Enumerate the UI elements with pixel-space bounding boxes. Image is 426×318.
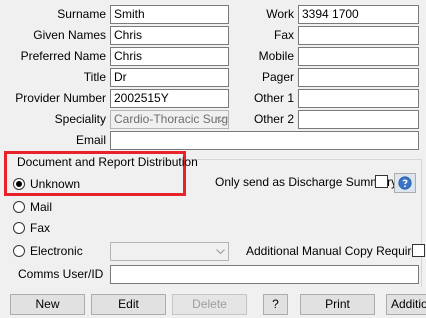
given-names-field[interactable]: Chris	[110, 26, 229, 45]
discharge-summary-checkbox[interactable]	[375, 175, 388, 188]
work-label: Work	[266, 7, 294, 21]
speciality-value: Cardio-Thoracic Surg	[114, 112, 229, 126]
radio-mail-label[interactable]: Mail	[30, 198, 52, 216]
additional-copy-label[interactable]: Additional Manual Copy Required	[246, 242, 425, 260]
preferred-name-field[interactable]: Chris	[110, 47, 229, 66]
mobile-label: Mobile	[258, 49, 294, 63]
mobile-field[interactable]	[298, 47, 419, 66]
additional-copy-checkbox[interactable]	[412, 244, 425, 257]
provider-number-label: Provider Number	[15, 91, 106, 105]
delete-button[interactable]: Delete	[172, 294, 247, 315]
provider-number-field[interactable]: 2002515Y	[110, 89, 229, 108]
radio-unknown-button[interactable]	[13, 178, 25, 190]
surname-label: Surname	[57, 7, 106, 21]
electronic-combo[interactable]	[110, 242, 229, 261]
additional-button[interactable]: Additional	[386, 294, 426, 315]
chevron-down-icon[interactable]	[212, 111, 228, 128]
radio-mail-button[interactable]	[13, 201, 25, 213]
help-button[interactable]	[394, 173, 416, 193]
radio-fax-label[interactable]: Fax	[30, 219, 50, 237]
other2-field[interactable]	[298, 110, 419, 129]
title-field[interactable]: Dr	[110, 68, 229, 87]
speciality-combo[interactable]: Cardio-Thoracic Surg	[110, 110, 229, 129]
group-divider	[186, 159, 422, 160]
other2-label: Other 2	[253, 112, 294, 126]
chevron-down-icon[interactable]	[212, 243, 228, 260]
pager-label: Pager	[261, 70, 294, 84]
surname-field[interactable]: Smith	[110, 5, 229, 24]
radio-unknown-label[interactable]: Unknown	[30, 175, 80, 193]
radio-fax-button[interactable]	[13, 222, 25, 234]
email-field[interactable]	[110, 131, 419, 150]
new-button[interactable]: New	[10, 294, 85, 315]
given-names-label: Given Names	[33, 28, 106, 42]
discharge-summary-label[interactable]: Only send as Discharge Summary	[215, 173, 397, 191]
email-label: Email	[75, 133, 106, 147]
other1-field[interactable]	[298, 89, 419, 108]
print-button[interactable]: Print	[300, 294, 375, 315]
speciality-label: Speciality	[54, 112, 106, 126]
pager-field[interactable]	[298, 68, 419, 87]
edit-button[interactable]: Edit	[91, 294, 166, 315]
comms-user-field[interactable]	[110, 265, 419, 284]
distribution-group-title: Document and Report Distribution	[17, 155, 198, 169]
fax-field[interactable]	[298, 26, 419, 45]
radio-electronic-button[interactable]	[13, 245, 25, 257]
help-question-button[interactable]: ?	[263, 294, 288, 315]
title-label: Title	[83, 70, 106, 84]
question-circle-icon	[398, 176, 412, 190]
other1-label: Other 1	[253, 91, 294, 105]
comms-user-label: Comms User/ID	[18, 267, 104, 281]
work-phone-field[interactable]: 3394 1700	[298, 5, 419, 24]
fax-label: Fax	[273, 28, 294, 42]
radio-electronic-label[interactable]: Electronic	[30, 242, 83, 260]
preferred-name-label: Preferred Name	[20, 49, 106, 63]
